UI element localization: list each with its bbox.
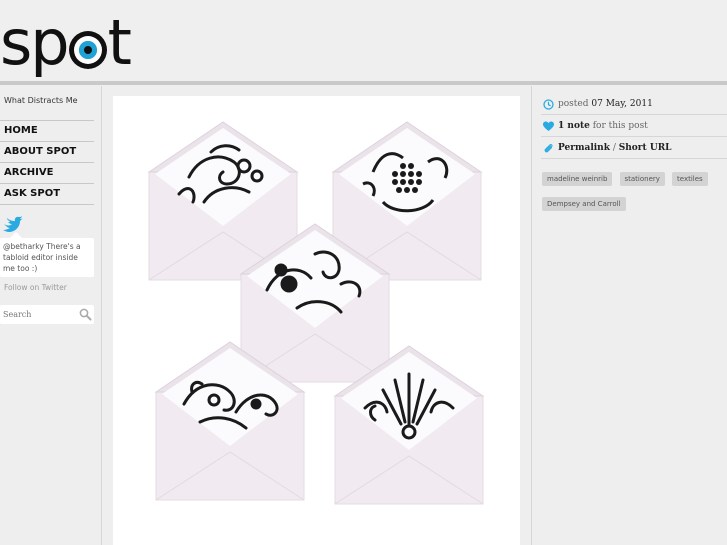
latest-tweet: @betharky There's a tabloid editor insid… [0,232,94,277]
permalink-link[interactable]: Permalink [558,143,610,153]
search-icon[interactable] [79,308,92,321]
logo-eye-icon [68,31,107,69]
nav-ask-spot[interactable]: ASK SPOT [0,183,94,205]
search-box [0,305,94,324]
tag[interactable]: stationery [619,172,665,186]
posted-date-row: posted 07 May, 2011 [541,94,727,115]
paperclip-icon [544,144,553,153]
short-url-link[interactable]: Short URL [619,143,672,153]
follow-on-twitter-link[interactable]: Follow on Twitter [4,283,67,292]
main-nav: HOME ABOUT SPOT ARCHIVE ASK SPOT [0,120,94,205]
permalink-row: Permalink / Short URL [541,138,727,159]
spot-logo[interactable]: sp t [0,6,132,79]
notes-suffix: for this post [592,121,648,131]
heart-icon [543,121,554,131]
header: sp t [0,0,727,82]
post-meta: posted 07 May, 2011 1 note for this post… [541,94,727,211]
blog-tagline: What Distracts Me [4,96,78,105]
search-input[interactable] [3,308,73,321]
tag[interactable]: Dempsey and Carroll [542,197,626,211]
tag[interactable]: textiles [672,172,708,186]
nav-about-spot[interactable]: ABOUT SPOT [0,141,94,162]
tag[interactable]: madeline weinrib [542,172,613,186]
nav-archive[interactable]: ARCHIVE [0,162,94,183]
notes-row: 1 note for this post [541,116,727,137]
envelopes-photo[interactable] [113,96,520,545]
meta-divider [531,86,532,545]
link-separator: / [612,143,616,153]
sidebar: What Distracts Me HOME ABOUT SPOT ARCHIV… [0,86,102,545]
post-photo-panel [113,96,520,545]
notes-count-link[interactable]: 1 note [558,121,590,131]
nav-home[interactable]: HOME [0,120,94,141]
header-divider [0,81,727,85]
logo-text-right: t [107,6,132,79]
posted-date: 07 May, 2011 [591,99,653,109]
logo-text-left: sp [0,6,70,79]
tag-list: madeline weinrib stationery textiles Dem… [541,166,727,216]
posted-label: posted [558,99,589,109]
clock-icon [543,99,554,110]
